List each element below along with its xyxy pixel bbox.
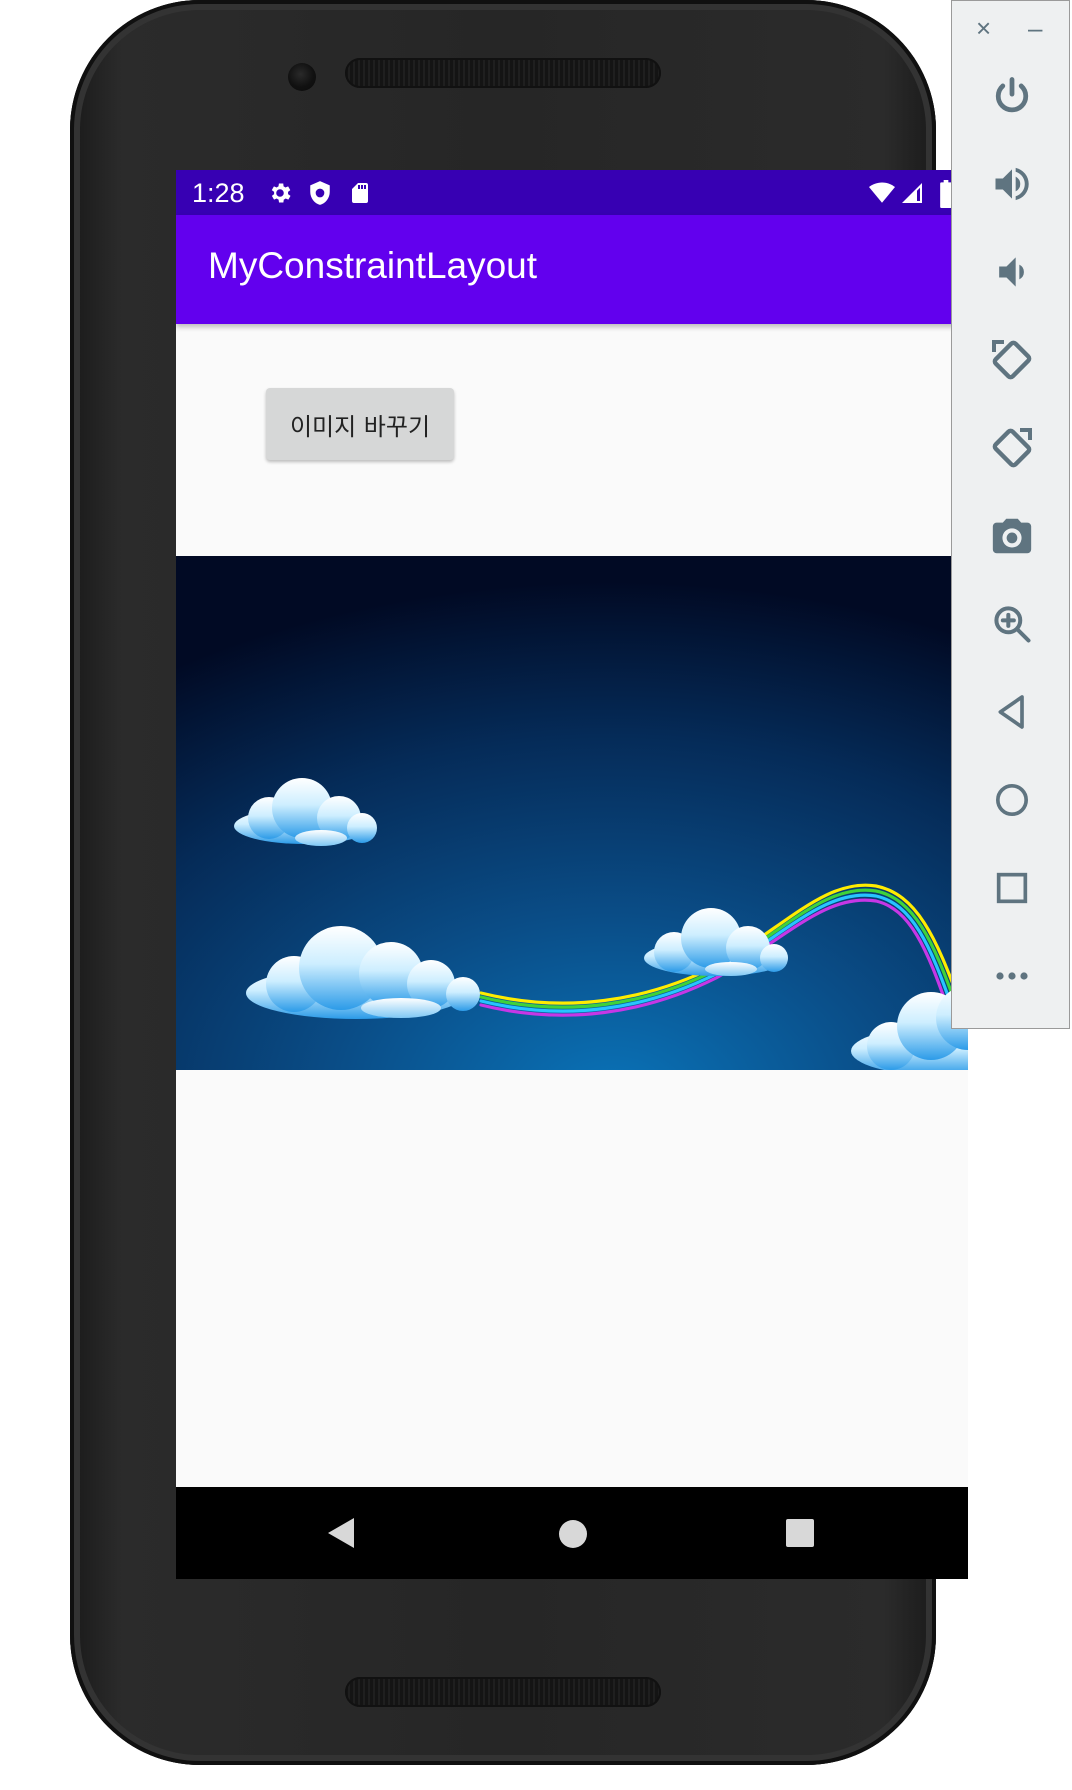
more-button[interactable] <box>952 946 1071 1006</box>
zoom-icon <box>993 606 1031 643</box>
app-bar: MyConstraintLayout <box>176 215 968 324</box>
sd-card-icon <box>348 180 372 211</box>
minimize-button[interactable]: – <box>1028 13 1042 44</box>
front-camera <box>288 63 316 91</box>
bottom-speaker <box>345 1677 661 1707</box>
nav-back-icon[interactable] <box>326 1516 356 1555</box>
cell-signal-icon <box>900 180 924 211</box>
overview-button[interactable] <box>952 858 1071 918</box>
change-image-button[interactable]: 이미지 바꾸기 <box>266 388 454 460</box>
back-icon <box>998 695 1024 729</box>
emulator-toolbar: × – <box>951 0 1070 1029</box>
home-icon <box>995 784 1028 816</box>
power-button[interactable] <box>952 66 1071 126</box>
rotate-right-icon <box>992 428 1032 468</box>
rotate-left-icon <box>991 340 1031 380</box>
navigation-bar <box>176 1487 968 1579</box>
volume-down-icon <box>998 257 1024 287</box>
camera-icon <box>992 518 1031 554</box>
rotate-right-button[interactable] <box>952 418 1071 478</box>
night-sky-image <box>176 556 968 1075</box>
zoom-button[interactable] <box>952 594 1071 654</box>
home-button[interactable] <box>952 770 1071 830</box>
overview-icon <box>996 872 1027 904</box>
nav-recents-icon[interactable] <box>785 1518 815 1553</box>
more-icon <box>995 972 1028 980</box>
status-time: 1:28 <box>192 178 245 208</box>
top-speaker <box>345 58 661 88</box>
volume-up-button[interactable] <box>952 154 1071 214</box>
app-title: MyConstraintLayout <box>208 245 538 286</box>
power-icon <box>995 77 1028 113</box>
shield-icon <box>307 180 333 211</box>
night-sky-clouds-rainbow-image <box>176 556 968 1075</box>
phone-screen: 1:28 MyConstraintLayout 이미지 바꾸기 <box>176 170 968 1579</box>
status-bar: 1:28 <box>176 170 968 215</box>
volume-down-button[interactable] <box>952 242 1071 302</box>
settings-icon <box>267 180 293 211</box>
close-button[interactable]: × <box>976 13 991 44</box>
nav-home-icon[interactable] <box>558 1519 588 1554</box>
back-button[interactable] <box>952 682 1071 742</box>
volume-up-icon <box>995 167 1029 201</box>
phone-frame: 1:28 MyConstraintLayout 이미지 바꾸기 <box>70 0 968 1765</box>
screenshot-button[interactable] <box>952 506 1071 566</box>
wifi-icon <box>868 180 896 211</box>
rotate-left-button[interactable] <box>952 330 1071 390</box>
